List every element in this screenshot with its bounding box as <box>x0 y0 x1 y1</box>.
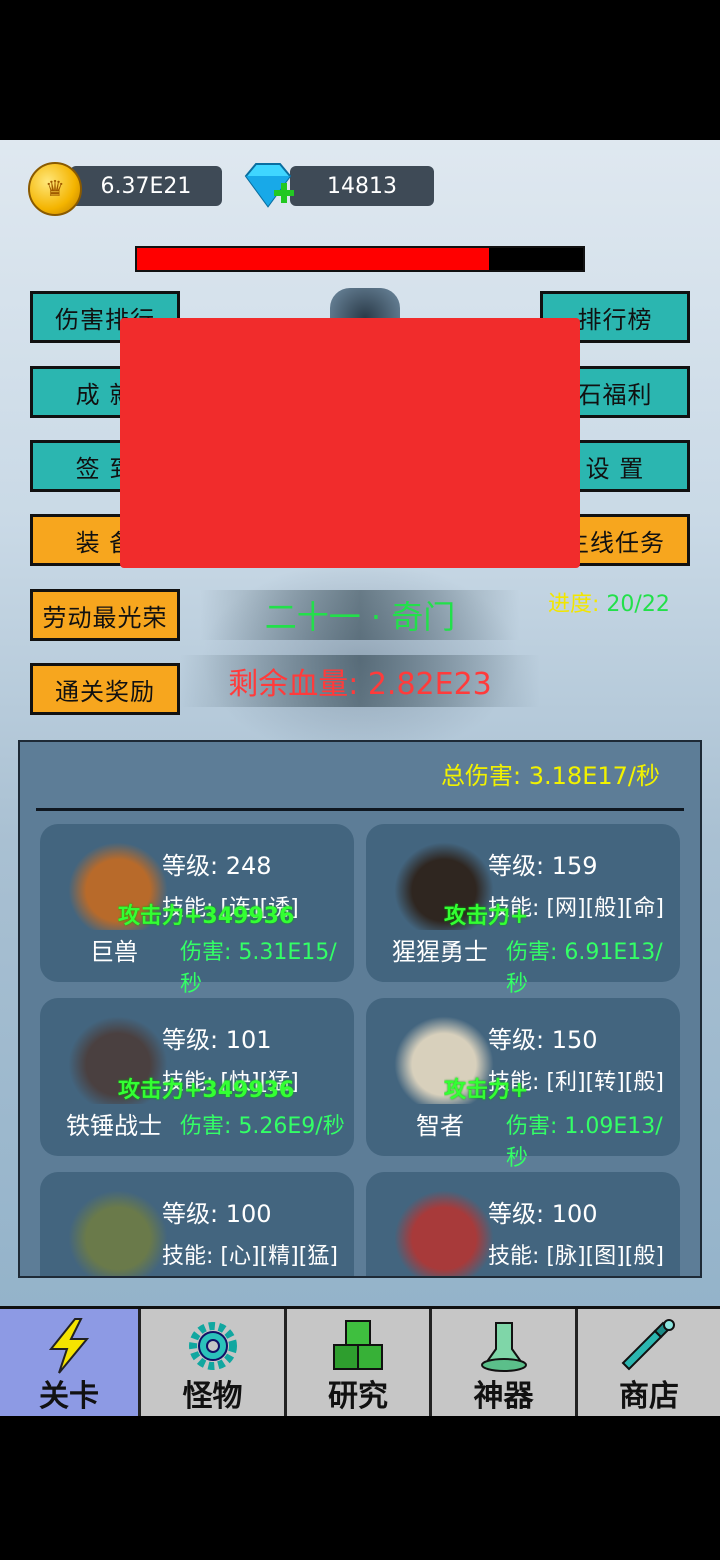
gold-coin-icon: ♛ <box>28 162 82 216</box>
monster-damage: 伤害: 5.31E15/秒 <box>180 940 337 997</box>
monster-level: 等级: 100 <box>162 1200 272 1228</box>
monster-name: 巨兽 <box>90 938 138 966</box>
monster-level: 等级: 150 <box>488 1026 598 1054</box>
redacted-area <box>120 318 580 568</box>
tab-artifacts-label: 神器 <box>473 1379 534 1414</box>
remaining-hp: 剩余血量: 2.82E23 <box>180 655 540 707</box>
floating-buff-text <box>444 1246 674 1276</box>
diamond-plus-icon[interactable] <box>240 160 296 210</box>
gem-display[interactable]: 14813 <box>290 166 434 206</box>
monster-level: 等级: 159 <box>488 852 598 880</box>
monster-card[interactable]: 等级: 100 技能: [脉][图][般] <box>366 1172 680 1276</box>
tab-monsters[interactable]: 怪物 <box>141 1309 287 1416</box>
monster-level: 等级: 248 <box>162 852 272 880</box>
monster-level: 等级: 100 <box>488 1200 598 1228</box>
floating-buff-text: 攻击力+349936 <box>118 1078 295 1102</box>
gold-value: 6.37E21 <box>100 173 192 199</box>
monster-name: 猩猩勇士 <box>392 938 488 966</box>
monster-card[interactable]: 等级: 100 技能: [心][精][猛] <box>40 1172 354 1276</box>
tab-research[interactable]: 研究 <box>287 1309 432 1416</box>
divider <box>36 808 684 811</box>
gear-icon <box>188 1322 237 1370</box>
floating-buff-text: 攻击力+ <box>444 904 529 928</box>
bottom-tab-bar: 关卡 怪物 研究 神器 商店 <box>0 1306 720 1416</box>
floating-buff-text: 攻击力+349936 <box>118 904 295 928</box>
monster-panel: 总伤害: 3.18E17/秒 等级: 248 技能: [连][诱] 攻击力+3499… <box>18 740 702 1278</box>
floating-buff-text <box>118 1246 348 1276</box>
gold-display: 6.37E21 <box>70 166 222 206</box>
boss-hp-bar <box>135 246 585 272</box>
redacted-area-edge <box>140 538 570 568</box>
tab-stage-label: 关卡 <box>39 1379 99 1414</box>
boss-hp-fill <box>137 248 490 270</box>
monster-level: 等级: 101 <box>162 1026 272 1054</box>
tab-stage[interactable]: 关卡 <box>0 1309 141 1416</box>
monster-card[interactable]: 等级: 150 技能: [利][转][般] 攻击力+ 智者 伤害: 1.09E13/秒 <box>366 998 680 1171</box>
tab-monsters-label: 怪物 <box>182 1379 243 1414</box>
progress-value: 20/22 <box>606 592 670 617</box>
monster-name: 铁锤战士 <box>66 1112 162 1140</box>
clear-reward-button[interactable]: 通关奖励 <box>30 663 180 715</box>
tab-shop-label: 商店 <box>619 1379 679 1414</box>
blocks-icon <box>333 1320 383 1370</box>
tab-artifacts[interactable]: 神器 <box>432 1309 578 1416</box>
total-damage: 总伤害: 3.18E17/秒 <box>441 762 660 790</box>
stage-name: 二十一 · 奇门 <box>200 590 520 640</box>
labor-glory-button[interactable]: 劳动最光荣 <box>30 589 180 641</box>
monster-damage: 伤害: 1.09E13/秒 <box>506 1114 663 1171</box>
monster-damage: 伤害: 5.26E9/秒 <box>180 1114 345 1139</box>
tab-research-label: 研究 <box>328 1379 388 1414</box>
game-screen: 6.37E21 ♛ 14813 伤害排行 成 就 签 到 装 备 劳动最光荣 通… <box>0 140 720 1416</box>
tab-shop[interactable]: 商店 <box>578 1309 720 1416</box>
gem-value: 14813 <box>327 173 397 199</box>
floating-buff-text: 攻击力+ <box>444 1078 529 1102</box>
monster-card[interactable]: 等级: 101 技能: [快][猛] 攻击力+349936 铁锤战士 伤害: 5.26E… <box>40 998 354 1156</box>
bell-icon <box>480 1322 527 1372</box>
monster-name: 智者 <box>416 1112 464 1140</box>
lightning-icon <box>48 1318 90 1374</box>
progress-label: 进度: <box>548 592 600 617</box>
monster-card[interactable]: 等级: 159 技能: [网][般][命] 攻击力+ 猩猩勇士 伤害: 6.91E13/… <box>366 824 680 997</box>
bottle-icon <box>621 1319 675 1371</box>
monster-damage: 伤害: 6.91E13/秒 <box>506 940 663 997</box>
stage-progress: 进度: 20/22 <box>548 586 670 618</box>
monster-card[interactable]: 等级: 248 技能: [连][诱] 攻击力+349936 巨兽 伤害: 5.31E15… <box>40 824 354 997</box>
